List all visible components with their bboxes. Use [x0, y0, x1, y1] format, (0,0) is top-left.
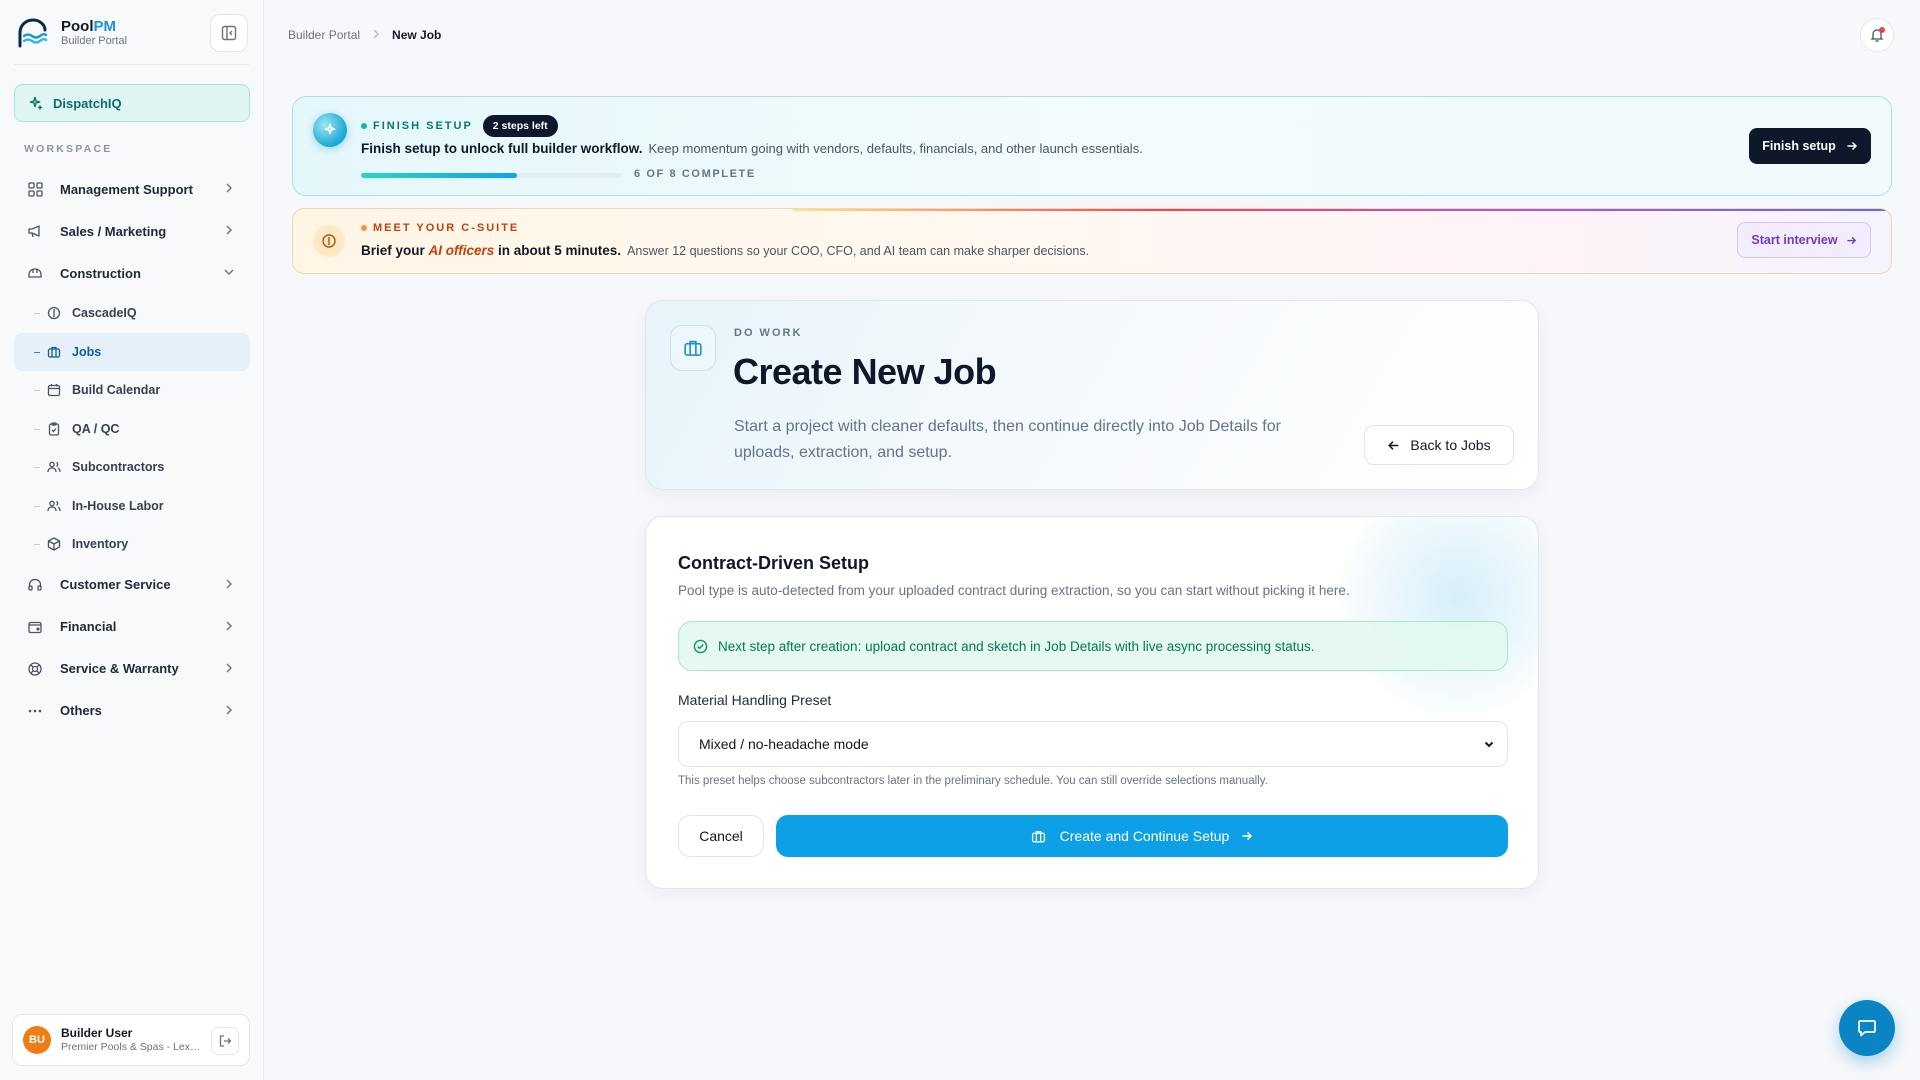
- sidebar-subitem-inventory[interactable]: Inventory: [14, 525, 250, 564]
- back-to-jobs-button[interactable]: Back to Jobs: [1364, 425, 1514, 465]
- user-org: Premier Pools & Spas - Lexington: [61, 1040, 201, 1053]
- chevron-right-icon: [222, 703, 236, 720]
- log-out-icon: [219, 1035, 232, 1047]
- notifications-button[interactable]: [1860, 18, 1894, 52]
- preset-hint: This preset helps choose subcontractors …: [678, 775, 1268, 787]
- chevron-right-icon: [222, 619, 236, 636]
- steps-left-badge: 2 steps left: [482, 115, 558, 137]
- user-card[interactable]: BU Builder User Premier Pools & Spas - L…: [12, 1014, 250, 1066]
- sparkle-icon: [27, 95, 43, 111]
- finish-setup-banner: FINISH SETUP 2 steps left Finish setup t…: [292, 96, 1892, 196]
- workspace-label: WORKSPACE: [24, 143, 113, 155]
- sidebar-item-management-support[interactable]: Management Support: [14, 168, 250, 210]
- sidebar-item-service-warranty[interactable]: Service & Warranty: [14, 648, 250, 690]
- notification-dot: [1879, 27, 1885, 33]
- sidebar: PoolPM Builder Portal DispatchIQ WORKSPA…: [0, 0, 264, 1080]
- sparkle-orb-icon: [313, 113, 347, 147]
- sidebar-subitem-build-calendar[interactable]: Build Calendar: [14, 371, 250, 410]
- sidebar-divider: [14, 64, 249, 65]
- finish-setup-label: FINISH SETUP 2 steps left: [361, 115, 558, 137]
- chevron-down-icon: [1483, 738, 1495, 750]
- package-icon: [46, 536, 62, 552]
- sidebar-item-others[interactable]: Others: [14, 690, 250, 732]
- logout-button[interactable]: [211, 1027, 239, 1055]
- arrow-right-icon: [1846, 140, 1858, 152]
- sidebar-subitem-jobs[interactable]: Jobs: [14, 332, 250, 371]
- briefcase-icon: [670, 325, 716, 371]
- chat-button[interactable]: [1839, 1000, 1895, 1056]
- setup-progress-fill: [361, 173, 517, 178]
- poolpm-logo-icon: [18, 18, 48, 48]
- arrow-right-icon: [1846, 235, 1857, 246]
- calendar-icon: [46, 382, 62, 398]
- sidebar-item-sales-marketing[interactable]: Sales / Marketing: [14, 210, 250, 252]
- setup-progress-text: 6 OF 8 COMPLETE: [634, 168, 756, 180]
- sidebar-nav: Management Support Sales / Marketing Con…: [14, 168, 250, 732]
- sidebar-subitem-subcontractors[interactable]: Subcontractors: [14, 448, 250, 487]
- sidebar-item-construction[interactable]: Construction: [14, 252, 250, 294]
- next-step-notice: Next step after creation: upload contrac…: [678, 621, 1508, 671]
- user-name: Builder User: [61, 1025, 133, 1040]
- chat-bubble-icon: [1858, 1020, 1876, 1037]
- users-icon: [46, 459, 62, 475]
- compass-icon: [313, 225, 345, 257]
- avatar: BU: [23, 1026, 51, 1054]
- finish-setup-text: Finish setup to unlock full builder work…: [361, 141, 1143, 156]
- brand[interactable]: PoolPM Builder Portal: [16, 12, 248, 54]
- wallet-icon: [26, 618, 44, 636]
- briefcase-icon: [46, 344, 62, 360]
- sidebar-subitem-in-house-labor[interactable]: In-House Labor: [14, 487, 250, 526]
- panel-left-icon: [221, 25, 237, 41]
- chevron-right-icon: [222, 181, 236, 198]
- sidebar-subitem-cascadeiq[interactable]: CascadeIQ: [14, 294, 250, 333]
- construction-submenu: CascadeIQ Jobs Build Calendar QA / QC Su: [14, 294, 250, 564]
- users-icon: [46, 498, 62, 514]
- lifebuoy-icon: [26, 660, 44, 678]
- finish-setup-button[interactable]: Finish setup: [1749, 128, 1871, 164]
- create-job-header-card: DO WORK Create New Job Start a project w…: [645, 300, 1539, 490]
- chevron-right-icon: [222, 577, 236, 594]
- briefcase-icon: [1031, 829, 1046, 844]
- brand-subtitle: Builder Portal: [61, 35, 128, 48]
- breadcrumb: Builder Portal New Job: [288, 28, 441, 42]
- page-title: Create New Job: [733, 351, 997, 392]
- breadcrumb-root-link[interactable]: Builder Portal: [288, 28, 360, 42]
- sidebar-item-financial[interactable]: Financial: [14, 606, 250, 648]
- contract-setup-form: Contract-Driven Setup Pool type is auto-…: [645, 516, 1539, 889]
- hard-hat-icon: [26, 264, 44, 282]
- setup-progress-bar: [361, 173, 621, 178]
- material-preset-label: Material Handling Preset: [678, 692, 832, 708]
- sidebar-subitem-qa-qc[interactable]: QA / QC: [14, 410, 250, 449]
- c-suite-banner: MEET YOUR C-SUITE Brief your AI officers…: [292, 208, 1892, 274]
- start-interview-button[interactable]: Start interview: [1737, 222, 1871, 258]
- hero-description: Start a project with cleaner defaults, t…: [734, 418, 1281, 461]
- arrow-right-icon: [1241, 830, 1253, 842]
- chevron-down-icon: [222, 265, 236, 282]
- arrow-left-icon: [1387, 439, 1400, 452]
- collapse-sidebar-button[interactable]: [210, 14, 248, 52]
- material-preset-select[interactable]: Mixed / no-headache mode: [678, 721, 1508, 767]
- headset-icon: [26, 576, 44, 594]
- check-circle-icon: [693, 639, 708, 654]
- clipboard-check-icon: [46, 421, 62, 437]
- breadcrumb-separator-icon: [372, 28, 380, 42]
- form-title: Contract-Driven Setup: [678, 553, 870, 573]
- chevron-right-icon: [222, 223, 236, 240]
- sidebar-item-customer-service[interactable]: Customer Service: [14, 564, 250, 606]
- cascade-icon: [46, 305, 62, 321]
- grid-icon: [26, 180, 44, 198]
- c-suite-label: MEET YOUR C-SUITE: [361, 222, 519, 234]
- create-and-continue-button[interactable]: Create and Continue Setup: [776, 815, 1508, 857]
- form-subtitle: Pool type is auto-detected from your upl…: [678, 583, 1350, 598]
- sidebar-item-dispatchiq[interactable]: DispatchIQ: [14, 84, 250, 122]
- ellipsis-icon: [26, 702, 44, 720]
- cancel-button[interactable]: Cancel: [678, 815, 764, 857]
- brand-name: PoolPM: [61, 18, 116, 36]
- megaphone-icon: [26, 222, 44, 240]
- chevron-right-icon: [222, 661, 236, 678]
- c-suite-text: Brief your AI officers in about 5 minute…: [361, 243, 1090, 258]
- breadcrumb-current: New Job: [392, 28, 442, 42]
- hero-kicker: DO WORK: [734, 327, 803, 339]
